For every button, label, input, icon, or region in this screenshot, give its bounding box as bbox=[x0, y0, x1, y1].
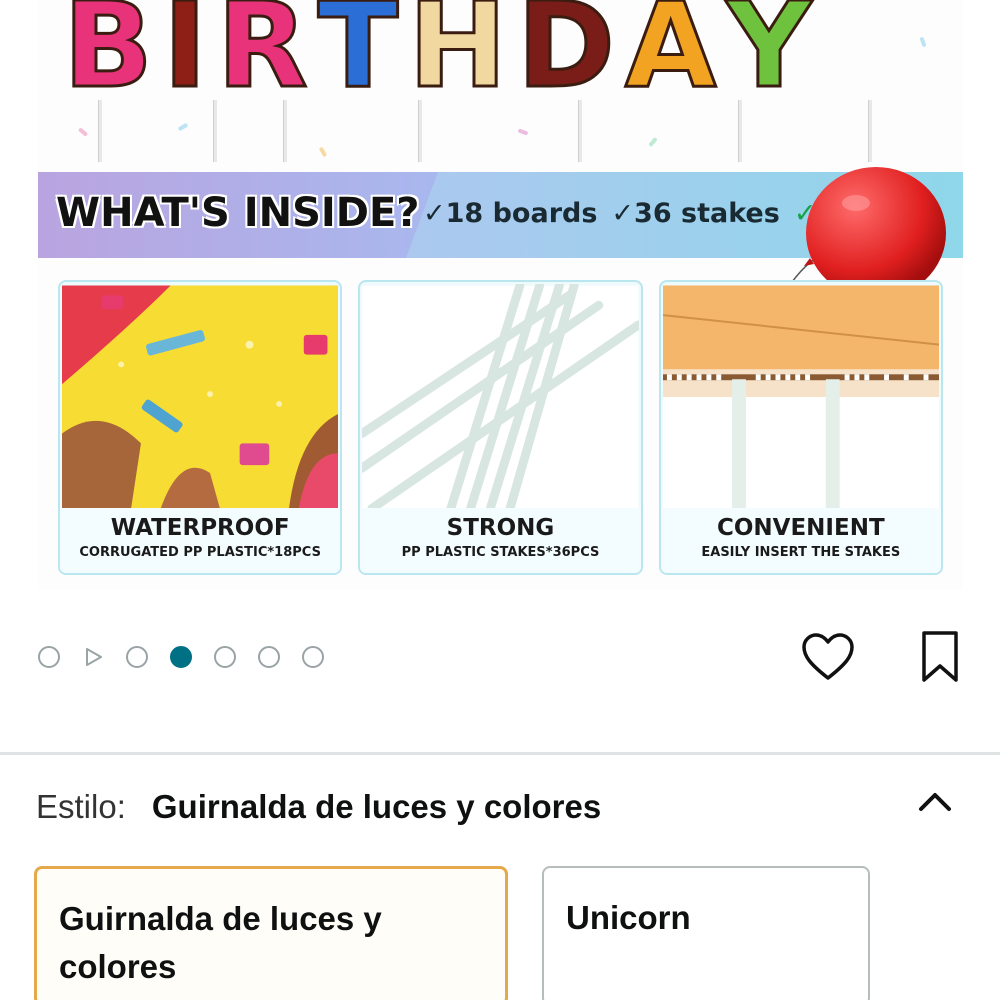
stake-decoration bbox=[98, 100, 102, 162]
feature-cards: WATERPROOF CORRUGATED PP PLASTIC*18PCS S… bbox=[58, 280, 943, 575]
carousel-dot[interactable] bbox=[258, 646, 280, 668]
card-subtitle: EASILY INSERT THE STAKES bbox=[701, 545, 901, 560]
banner-letter: I bbox=[161, 0, 209, 114]
stake-decoration bbox=[578, 100, 582, 162]
confetti-decoration bbox=[648, 136, 658, 148]
feature-card-convenient: CONVENIENT EASILY INSERT THE STAKES bbox=[658, 280, 943, 575]
banner-letter: H bbox=[407, 0, 509, 114]
card-title: CONVENIENT bbox=[716, 515, 885, 541]
banner-letter: B bbox=[62, 0, 155, 114]
style-selector-header[interactable]: Estilo: Guirnalda de luces y colores bbox=[36, 788, 601, 826]
chevron-up-icon[interactable] bbox=[915, 783, 955, 823]
banner-letter: R bbox=[215, 0, 310, 114]
card-caption: CONVENIENT EASILY INSERT THE STAKES bbox=[660, 508, 941, 573]
card-title: STRONG bbox=[446, 515, 555, 541]
stake-decoration bbox=[418, 100, 422, 162]
carousel-dot-active[interactable] bbox=[170, 646, 192, 668]
card-title: WATERPROOF bbox=[110, 515, 290, 541]
style-option-selected[interactable]: Guirnalda de luces y colores bbox=[34, 866, 508, 1000]
carousel-dots bbox=[38, 646, 324, 668]
section-divider bbox=[0, 752, 1000, 755]
waterproof-image bbox=[62, 284, 339, 510]
card-caption: STRONG PP PLASTIC STAKES*36PCS bbox=[360, 508, 641, 573]
product-image[interactable]: B I R T H D A Y WHAT'S INSIDE? ✓18 board… bbox=[38, 0, 963, 590]
banner-letter: A bbox=[623, 0, 719, 114]
card-subtitle: PP PLASTIC STAKES*36PCS bbox=[401, 545, 600, 560]
feature-card-strong: STRONG PP PLASTIC STAKES*36PCS bbox=[358, 280, 643, 575]
style-option[interactable]: Unicorn bbox=[542, 866, 870, 1000]
feature-card-waterproof: WATERPROOF CORRUGATED PP PLASTIC*18PCS bbox=[58, 280, 343, 575]
style-selected-value: Guirnalda de luces y colores bbox=[151, 788, 602, 825]
confetti-decoration bbox=[177, 122, 189, 132]
strong-image bbox=[362, 284, 639, 510]
confetti-decoration bbox=[77, 127, 89, 137]
style-label: Estilo: bbox=[36, 788, 126, 825]
bookmark-icon[interactable] bbox=[912, 628, 968, 686]
card-subtitle: CORRUGATED PP PLASTIC*18PCS bbox=[79, 545, 321, 560]
convenient-image bbox=[662, 284, 939, 510]
banner-letter: D bbox=[516, 0, 617, 114]
inside-item: ✓36 stakes bbox=[611, 198, 780, 229]
carousel-dot[interactable] bbox=[38, 646, 60, 668]
whats-inside-title: WHAT'S INSIDE? bbox=[56, 190, 420, 236]
confetti-decoration bbox=[318, 146, 328, 158]
stake-decoration bbox=[738, 100, 742, 162]
stake-decoration bbox=[283, 100, 287, 162]
carousel-dot[interactable] bbox=[214, 646, 236, 668]
carousel-dot[interactable] bbox=[126, 646, 148, 668]
banner-letter: Y bbox=[725, 0, 814, 114]
stake-decoration bbox=[213, 100, 217, 162]
card-caption: WATERPROOF CORRUGATED PP PLASTIC*18PCS bbox=[60, 508, 341, 573]
confetti-decoration bbox=[517, 128, 529, 136]
play-icon[interactable] bbox=[82, 646, 104, 668]
birthday-banner-letters: B I R T H D A Y bbox=[62, 0, 943, 114]
whats-inside-tag: WHAT'S INSIDE? bbox=[38, 172, 438, 258]
inside-items: ✓18 boards ✓36 stakes ✓ bbox=[423, 198, 816, 229]
banner-letter: T bbox=[316, 0, 401, 114]
stake-decoration bbox=[868, 100, 872, 162]
heart-icon[interactable] bbox=[800, 630, 856, 686]
carousel-dot[interactable] bbox=[302, 646, 324, 668]
inside-item: ✓18 boards bbox=[423, 198, 598, 229]
